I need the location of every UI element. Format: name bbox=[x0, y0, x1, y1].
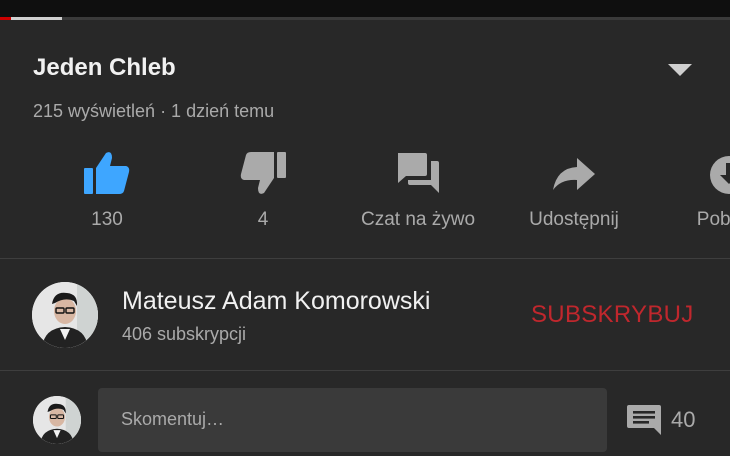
player-top-bar bbox=[0, 0, 730, 17]
comment-input[interactable]: Skomentuj… bbox=[98, 388, 607, 452]
share-label: Udostępnij bbox=[529, 209, 619, 230]
video-meta: 215 wyświetleń · 1 dzień temu bbox=[33, 101, 275, 121]
download-button[interactable]: Pobierz bbox=[654, 145, 730, 245]
expand-description-button[interactable] bbox=[665, 60, 695, 80]
chat-icon bbox=[398, 153, 439, 193]
progress-played bbox=[0, 17, 11, 20]
thumb-down-icon bbox=[240, 152, 286, 194]
avatar-image bbox=[32, 282, 98, 348]
user-avatar bbox=[33, 396, 81, 444]
thumb-up-icon bbox=[84, 152, 130, 194]
action-bar: 130 4 Czat na żywo Udostępnij Pobierz bbox=[0, 145, 730, 245]
download-label: Pobierz bbox=[696, 209, 730, 230]
like-count: 130 bbox=[91, 209, 123, 230]
video-progress-bar[interactable] bbox=[0, 17, 730, 20]
video-title: Jeden Chleb bbox=[33, 54, 176, 81]
download-icon bbox=[710, 156, 730, 194]
subscribe-button[interactable]: SUBSKRYBUJ bbox=[531, 301, 694, 329]
channel-avatar[interactable] bbox=[32, 282, 98, 348]
dislike-count: 4 bbox=[257, 209, 269, 230]
avatar-image bbox=[33, 396, 81, 444]
share-button[interactable]: Udostępnij bbox=[499, 145, 649, 245]
like-button[interactable]: 130 bbox=[32, 145, 182, 245]
chevron-down-icon bbox=[668, 64, 692, 76]
divider bbox=[0, 258, 730, 259]
live-chat-button[interactable]: Czat na żywo bbox=[343, 145, 493, 245]
live-chat-label: Czat na żywo bbox=[360, 209, 476, 230]
subscriber-count: 406 subskrypcji bbox=[122, 324, 247, 344]
dislike-button[interactable]: 4 bbox=[188, 145, 338, 245]
comment-count: 40 bbox=[671, 407, 696, 432]
divider bbox=[0, 370, 730, 371]
channel-name[interactable]: Mateusz Adam Komorowski bbox=[122, 287, 430, 316]
progress-buffered bbox=[11, 17, 62, 20]
comment-icon[interactable] bbox=[626, 403, 662, 437]
comment-placeholder: Skomentuj… bbox=[121, 409, 225, 429]
share-icon bbox=[553, 158, 595, 190]
